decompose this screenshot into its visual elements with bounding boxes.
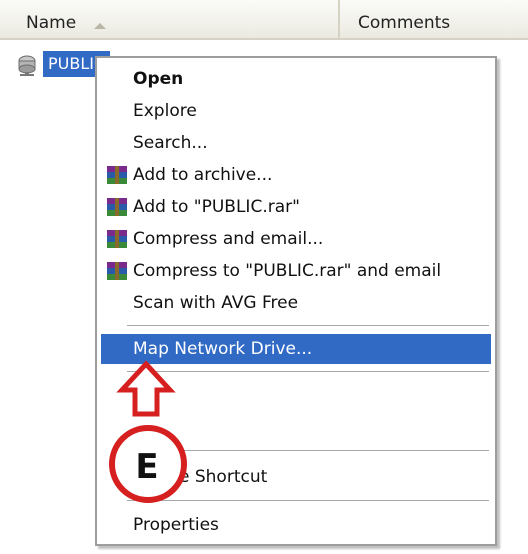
column-header-comments[interactable]: Comments [340, 0, 528, 38]
column-comments-label: Comments [358, 13, 451, 33]
menu-separator [127, 500, 489, 502]
column-name-label: Name [26, 13, 77, 33]
menu-item-label: Add to archive... [133, 165, 273, 185]
menu-item-label: Search... [133, 133, 208, 153]
menu-item-label: Compress to "PUBLIC.rar" and email [133, 261, 442, 281]
menu-item-obscured[interactable] [101, 412, 491, 442]
rar-archive-icon [107, 230, 127, 248]
menu-item-map-network-drive[interactable]: Map Network Drive... [101, 334, 491, 364]
rar-archive-icon [107, 262, 127, 280]
menu-item-search[interactable]: Search... [101, 128, 491, 158]
menu-item-compress-and-email[interactable]: Compress and email... [101, 224, 491, 254]
sort-ascending-icon [94, 23, 106, 29]
column-header: Name Comments [0, 0, 528, 40]
menu-item-explore[interactable]: Explore [101, 96, 491, 126]
menu-item-open[interactable]: Open [101, 64, 491, 94]
network-drive-icon [18, 55, 36, 76]
menu-item-label: Open [133, 69, 184, 89]
rar-archive-icon [107, 166, 127, 184]
menu-item-label: Map Network Drive... [133, 339, 313, 359]
rar-archive-icon [107, 198, 127, 216]
menu-separator [127, 325, 489, 327]
menu-item-label: Explore [133, 101, 197, 121]
menu-item-label: Add to "PUBLIC.rar" [133, 197, 300, 217]
menu-item-add-to-archive[interactable]: Add to archive... [101, 160, 491, 190]
menu-item-label: Scan with AVG Free [133, 293, 299, 313]
menu-item-label: Compress and email... [133, 229, 324, 249]
menu-item-label: Properties [133, 515, 219, 535]
menu-item-obscured[interactable] [101, 380, 491, 410]
menu-item-properties[interactable]: Properties [101, 510, 491, 540]
menu-item-scan-with-avg[interactable]: Scan with AVG Free [101, 288, 491, 318]
menu-separator [127, 450, 489, 452]
callout-letter: E [135, 447, 159, 487]
menu-item-compress-to-public-rar-and-email[interactable]: Compress to "PUBLIC.rar" and email [101, 256, 491, 286]
menu-item-add-to-public-rar[interactable]: Add to "PUBLIC.rar" [101, 192, 491, 222]
menu-item-label: e Shortcut [179, 467, 268, 487]
column-header-name[interactable]: Name [0, 0, 340, 38]
menu-separator [127, 371, 489, 373]
